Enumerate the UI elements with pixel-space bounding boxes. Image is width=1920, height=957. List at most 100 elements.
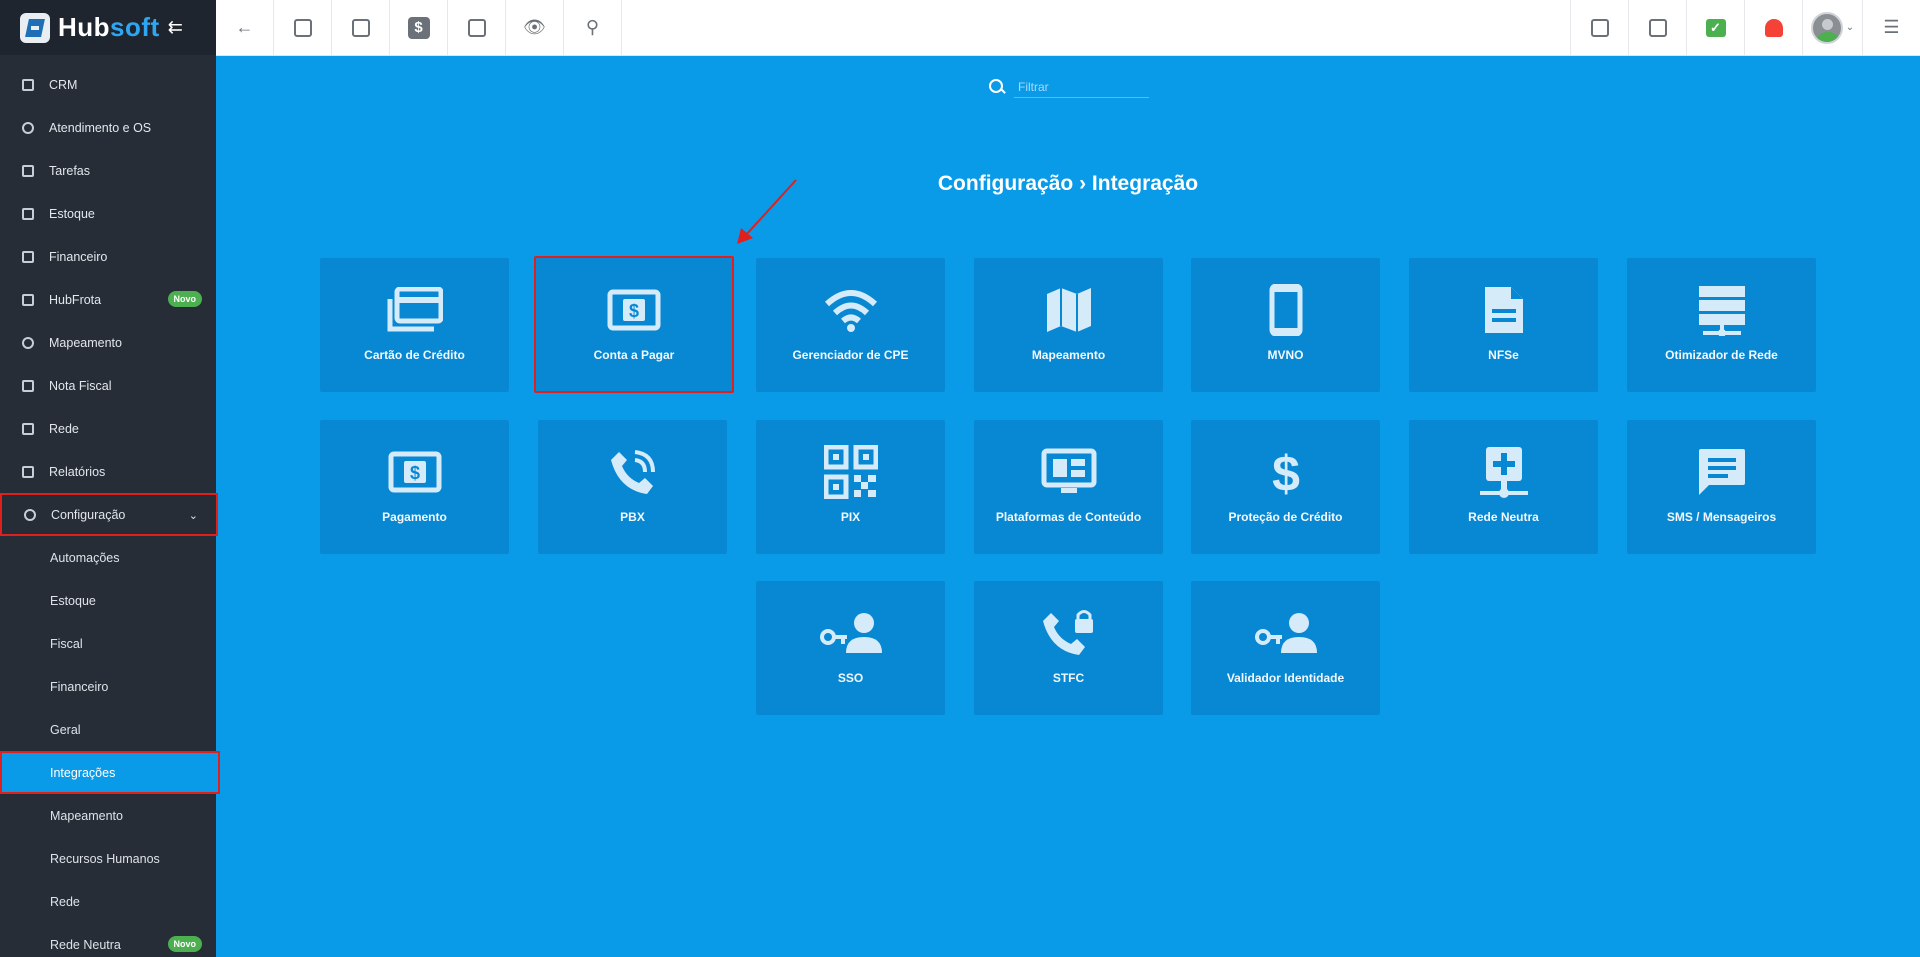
contacts-button[interactable] [274, 0, 332, 55]
submenu-item-recursos-humanos[interactable]: Recursos Humanos [0, 837, 216, 880]
message-icon [1697, 446, 1747, 498]
card-conta-a-pagar[interactable]: $ Conta a Pagar [534, 256, 734, 393]
card-mapeamento[interactable]: Mapeamento [974, 258, 1163, 392]
submenu-item-rede[interactable]: Rede [0, 880, 216, 923]
eye-icon: 👁 [523, 17, 546, 37]
submenu-item-fiscal[interactable]: Fiscal [0, 622, 216, 665]
card-label: Mapeamento [1031, 348, 1106, 362]
sidebar-item-label: Relatórios [49, 464, 106, 479]
network-plus-icon [1478, 446, 1530, 498]
red-arrow-annotation [737, 179, 797, 244]
card-otimizador-de-rede[interactable]: Otimizador de Rede [1627, 258, 1816, 392]
card-mvno[interactable]: MVNO [1191, 258, 1380, 392]
submenu-item-automacoes[interactable]: Automações [0, 536, 216, 579]
card-label: SSO [837, 671, 864, 685]
notifications-button[interactable] [1744, 0, 1802, 55]
card-validador-identidade[interactable]: Validador Identidade [1191, 581, 1380, 715]
submenu-item-label: Rede Neutra [50, 937, 121, 952]
pdf-button[interactable] [1570, 0, 1628, 55]
tasks-icon [22, 164, 34, 177]
card-pagamento[interactable]: $ Pagamento [320, 420, 509, 554]
card-sms-mensageiros[interactable]: SMS / Mensageiros [1627, 420, 1816, 554]
map-icon [1045, 284, 1093, 336]
card-cartao-de-credito[interactable]: Cartão de Crédito [320, 258, 509, 392]
user-menu-button[interactable]: ⌄ [1802, 0, 1862, 55]
monitor-icon [1041, 446, 1097, 498]
sidebar-item-atendimento[interactable]: Atendimento e OS [0, 106, 216, 149]
building-button[interactable] [1628, 0, 1686, 55]
submenu-item-integracoes[interactable]: Integrações [0, 751, 220, 794]
sidebar-item-nota-fiscal[interactable]: Nota Fiscal [0, 364, 216, 407]
money-icon [22, 250, 34, 263]
card-label: STFC [1052, 671, 1085, 685]
submenu-item-mapeamento[interactable]: Mapeamento [0, 794, 216, 837]
phone-icon [1269, 284, 1303, 336]
sidebar-item-hubfrota[interactable]: HubFrota Novo [0, 278, 216, 321]
qr-code-icon [823, 445, 878, 499]
bill-dollar-icon: $ [607, 284, 661, 336]
schedule-button[interactable] [332, 0, 390, 55]
back-button[interactable]: ← [216, 0, 274, 55]
tasks-check-button[interactable]: ✓ [1686, 0, 1744, 55]
submenu-item-estoque[interactable]: Estoque [0, 579, 216, 622]
phone-call-icon [609, 446, 657, 498]
breadcrumb-root: Configuração [937, 172, 1074, 195]
card-label: Otimizador de Rede [1665, 348, 1778, 362]
brand-name: Hubsoft [58, 12, 160, 43]
submenu-item-label: Estoque [50, 593, 96, 608]
pdf-icon [1590, 18, 1609, 37]
page-title: Configuração › Integração [216, 172, 1920, 196]
view-button[interactable]: 👁 [506, 0, 564, 55]
breadcrumb-current: Integração [1091, 172, 1199, 195]
card-pix[interactable]: PIX [756, 420, 945, 554]
sidebar-item-tarefas[interactable]: Tarefas [0, 149, 216, 192]
server-icon [1697, 284, 1747, 336]
card-nfse[interactable]: NFSe [1409, 258, 1598, 392]
credit-card-icon [387, 284, 443, 336]
calendar-clock-icon [351, 18, 370, 37]
key-user-icon [1254, 607, 1317, 659]
breadcrumb-separator: › [1079, 172, 1087, 195]
card-protecao-de-credito[interactable]: $ Proteção de Crédito [1191, 420, 1380, 554]
terminal-button[interactable] [448, 0, 506, 55]
card-rede-neutra[interactable]: Rede Neutra [1409, 420, 1598, 554]
submenu-item-label: Automações [50, 550, 120, 565]
submenu-item-label: Mapeamento [50, 808, 123, 823]
sidebar-item-mapeamento[interactable]: Mapeamento [0, 321, 216, 364]
card-label: SMS / Mensageiros [1666, 510, 1777, 524]
sidebar-item-financeiro[interactable]: Financeiro [0, 235, 216, 278]
finance-button[interactable]: $ [390, 0, 448, 55]
dollar-sign-icon: $ [1268, 446, 1304, 499]
sidebar-item-crm[interactable]: CRM [0, 63, 216, 106]
card-stfc[interactable]: STFC [974, 581, 1163, 715]
search-icon: ⚲ [585, 17, 600, 37]
filter-input[interactable] [1014, 76, 1149, 98]
service-icon [22, 121, 34, 134]
card-plataformas-de-conteudo[interactable]: Plataformas de Conteúdo [974, 420, 1163, 554]
card-label: PIX [840, 510, 861, 524]
sidebar-item-label: CRM [49, 77, 78, 92]
menu-list-button[interactable]: ☰ [1862, 0, 1920, 55]
sidebar-item-relatorios[interactable]: Relatórios [0, 450, 216, 493]
report-icon [22, 465, 34, 478]
check-icon: ✓ [1705, 18, 1726, 37]
submenu-item-label: Fiscal [50, 636, 83, 651]
sidebar-item-label: HubFrota [49, 292, 102, 307]
network-icon [22, 422, 34, 435]
sidebar-item-rede[interactable]: Rede [0, 407, 216, 450]
svg-text:$: $ [1272, 446, 1300, 499]
hubsoft-logo-icon [20, 12, 50, 43]
submenu-item-rede-neutra[interactable]: Rede Neutra Novo [0, 923, 216, 957]
search-button[interactable]: ⚲ [564, 0, 622, 55]
card-gerenciador-de-cpe[interactable]: Gerenciador de CPE [756, 258, 945, 392]
sidebar-item-estoque[interactable]: Estoque [0, 192, 216, 235]
collapse-menu-icon[interactable]: ⇇ [168, 17, 183, 38]
submenu-item-financeiro[interactable]: Financeiro [0, 665, 216, 708]
dollar-icon: $ [407, 16, 430, 39]
card-label: Proteção de Crédito [1228, 510, 1343, 524]
card-sso[interactable]: SSO [756, 581, 945, 715]
new-badge: Novo [167, 936, 202, 952]
submenu-item-geral[interactable]: Geral [0, 708, 216, 751]
card-pbx[interactable]: PBX [538, 420, 727, 554]
sidebar-item-configuracao[interactable]: Configuração ⌄ [0, 493, 218, 536]
